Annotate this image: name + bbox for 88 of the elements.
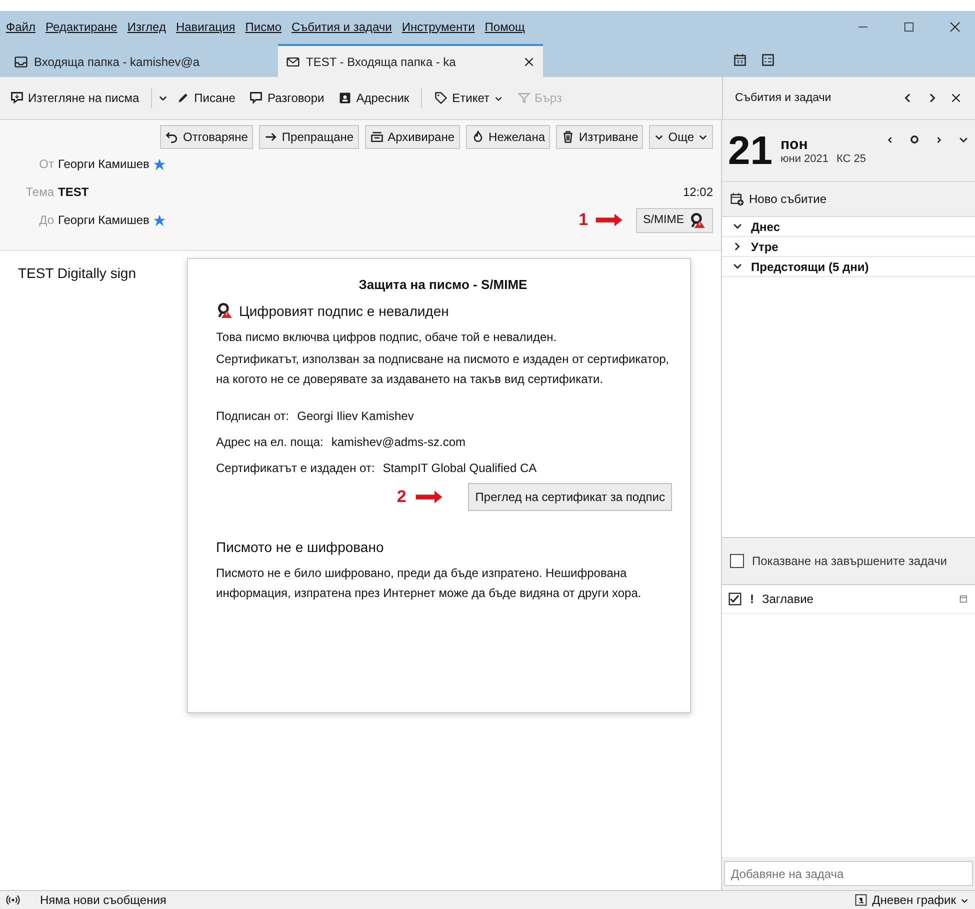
menu-item[interactable]: Навигация [176,20,236,34]
calendar-day-icon [854,893,868,907]
day-number: 21 [728,130,772,170]
action-button[interactable]: Още [649,125,713,149]
agenda-section[interactable]: Днес [722,217,975,237]
star-icon [153,214,166,226]
smime-button[interactable]: S/MIME [636,208,713,232]
popup-text: Сертификатът, използван за подписване на писмото е издаден от сертификатор, на когото не се доверявате за издаването на такъв вид сертификати. [216,351,670,388]
priority-column-header[interactable]: ! [750,592,754,606]
detail-label: Адрес на ел. поща: [216,435,324,449]
sender-name[interactable]: Георги Камишев [58,157,150,171]
encryption-status: Писмото не е шифровано [216,539,385,555]
action-button[interactable]: Нежелана [466,125,550,149]
popup-text: Писмото не е било шифровано, преди да бъде изпратено. Нешифрована информация, изпратена през Интернет може да бъде видяна от други хора. [216,565,642,602]
menu-item[interactable]: Изглед [127,20,166,34]
action-button[interactable]: Изтриване [556,125,644,149]
add-task-field[interactable]: Добавяне на задача [724,861,973,886]
detail-label: Подписан от: [216,409,290,423]
action-button[interactable]: Отговаряне [160,125,253,149]
message-time: 12:02 [682,185,713,199]
field-label: До [38,213,54,227]
menu-item[interactable]: Инструменти [402,20,475,34]
field-label: От [38,157,54,171]
today-icon [909,134,920,145]
forward-icon [264,130,278,144]
month-year: юни 2021 [780,153,828,165]
completed-column-icon [728,592,742,606]
detail-value: kamishev@adms-sz.com [331,435,466,449]
checkbox-label[interactable]: Показване на завършените задачи [752,553,952,569]
toolbar-button[interactable]: Етикет [428,88,509,108]
maximize-icon [903,20,915,32]
annotation-number: 2 [396,487,406,507]
close-icon [950,92,962,104]
menu-item[interactable]: Събития и задачи [292,20,392,34]
detail-value: Georgi Iliev Kamishev [297,409,414,423]
close-tab-icon [523,56,535,68]
column-picker-icon [959,593,969,605]
archive-icon [370,130,384,144]
view-certificate-button[interactable]: Преглед на сертификат за подпис [468,483,672,511]
menu-item[interactable]: Писмо [245,20,282,34]
task-list-icon [761,52,775,66]
envelope-icon [286,54,300,68]
pencil-icon [176,91,190,105]
annotation-number: 1 [578,210,588,230]
toolbar-button[interactable]: Писане [170,88,242,108]
download-icon [10,91,24,105]
today-pane-button[interactable]: Дневен график [854,893,969,907]
action-button[interactable]: Препращане [258,125,359,149]
title-column-header[interactable]: Заглавие [762,592,814,606]
close-icon [949,20,961,32]
toolbar-button[interactable]: Адресник [332,88,416,108]
popup-title: Защита на писмо - S/MIME [358,277,528,292]
message-body: TEST Digitally sign [18,265,136,281]
pane-title: Събития и задачи [735,92,832,104]
detail-value: StampIT Global Qualified CA [382,461,537,475]
recipient-name[interactable]: Георги Камишев [58,213,150,227]
tab[interactable]: TEST - Входяща папка - ka [278,44,543,77]
popup-text: Това писмо включва цифров подпис, обаче той е невалиден. [216,329,558,346]
agenda-section[interactable]: Предстоящи (5 дни) [722,257,975,277]
toolbar-button[interactable]: Изтегляне на писма [4,88,146,108]
menu-item[interactable]: Помощ [484,20,525,34]
chat-icon [249,91,264,105]
online-status-icon [6,893,20,907]
reply-icon [165,130,180,144]
inbox-icon [14,55,28,69]
menu-item[interactable]: Файл [6,20,36,34]
menu-item[interactable]: Редактиране [46,20,118,34]
new-event-icon [730,192,744,206]
agenda-section[interactable]: Утре [722,237,975,257]
trash-icon [561,130,576,144]
action-button[interactable]: Архивиране [364,125,460,149]
field-label: Тема [24,185,54,199]
toolbar-button[interactable]: Разговори [243,88,330,108]
invalid-signature-icon [216,302,233,319]
week-number: КС 25 [836,153,866,165]
signature-status: Цифровият подпис е невалиден [239,302,449,318]
checkbox[interactable] [730,554,744,568]
invalid-signature-icon [689,212,706,228]
status-message: Няма нови съобщения [40,893,166,907]
detail-label: Сертификатът е издаден от: [216,461,375,475]
calendar-icon [733,52,747,66]
star-icon [153,158,166,170]
tag-icon [434,91,448,105]
weekday: пон [780,136,809,153]
filter-icon [516,91,531,105]
tab[interactable]: Входяща папка - kamishev@a [6,47,278,77]
address-book-icon [338,91,352,105]
subject: TEST [58,185,89,199]
